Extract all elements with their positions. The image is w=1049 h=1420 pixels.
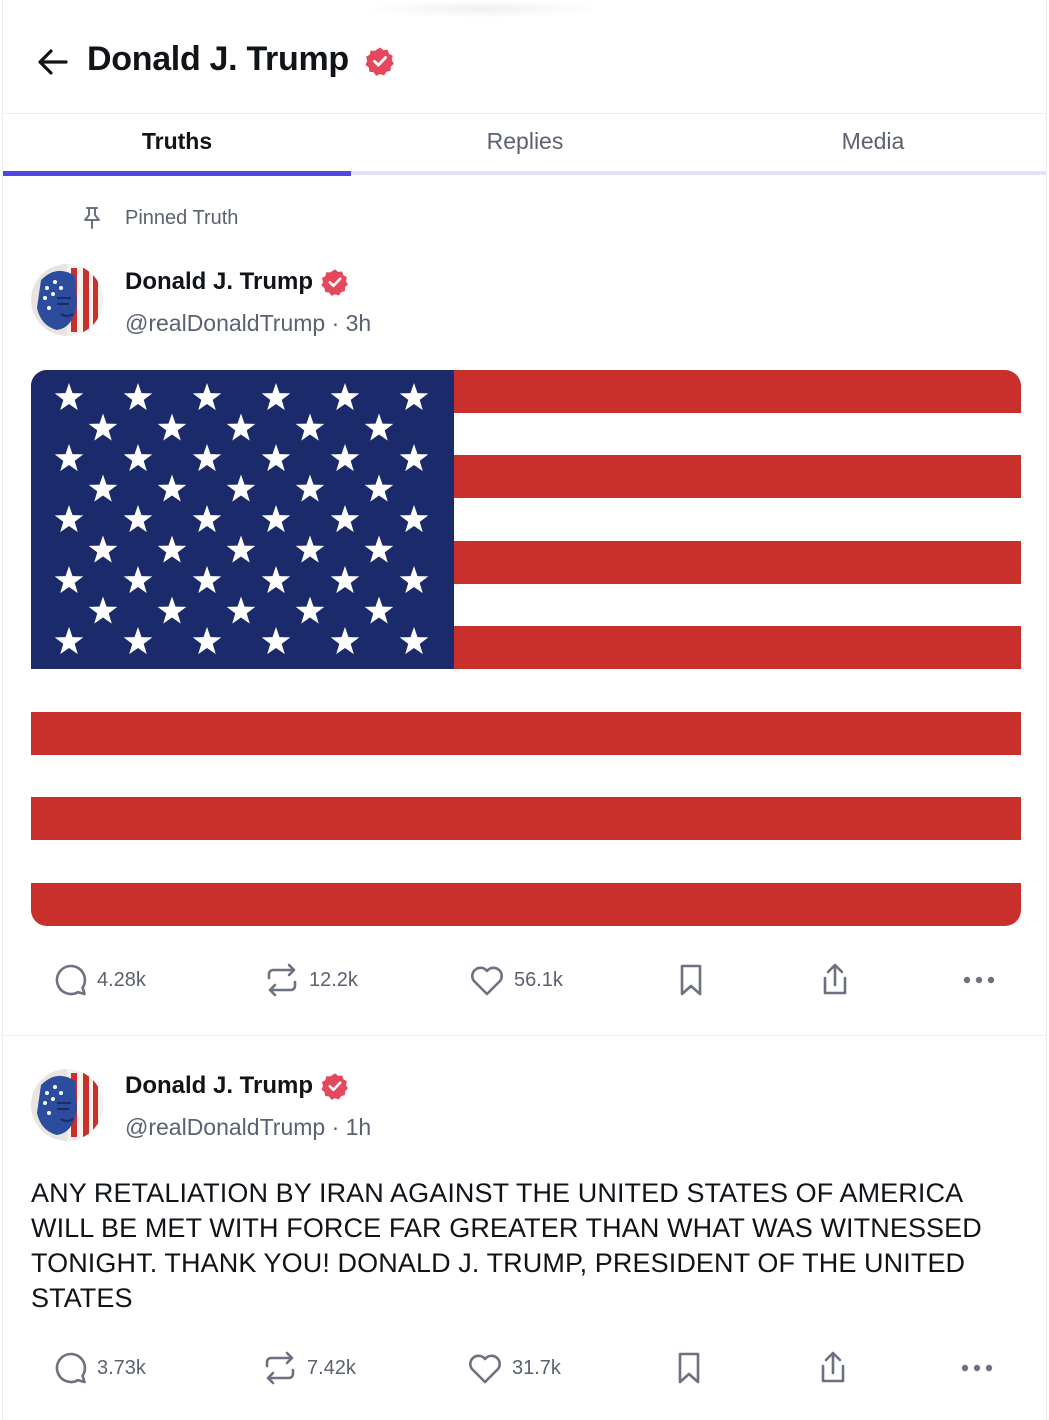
post-media-image[interactable]	[31, 370, 1021, 926]
tab-replies[interactable]: Replies	[351, 114, 699, 174]
back-button[interactable]	[33, 42, 73, 82]
post-divider	[3, 1035, 1046, 1036]
more-options-button[interactable]	[961, 955, 997, 1005]
profile-tabs: Truths Replies Media	[3, 114, 1046, 177]
comment-icon	[55, 1352, 87, 1384]
repost-icon	[267, 963, 297, 997]
avatar-image	[31, 1069, 103, 1141]
like-button[interactable]: 56.1k	[468, 955, 563, 1005]
pinned-indicator: Pinned Truth	[81, 203, 238, 233]
author-name[interactable]: Donald J. Trump	[125, 1072, 313, 1100]
share-button[interactable]	[817, 955, 853, 1005]
reply-count: 4.28k	[97, 968, 146, 991]
heart-icon	[469, 1354, 501, 1384]
avatar-image	[31, 264, 103, 336]
more-horizontal-icon	[963, 976, 995, 984]
avatar[interactable]	[31, 1069, 103, 1141]
like-count: 56.1k	[514, 968, 563, 991]
heart-icon	[471, 966, 503, 996]
retruth-count: 7.42k	[307, 1356, 356, 1379]
avatar[interactable]	[31, 264, 103, 336]
share-button[interactable]	[815, 1343, 851, 1393]
reply-button[interactable]: 4.28k	[53, 955, 146, 1005]
author-handle-time[interactable]: @realDonaldTrump · 3h	[125, 310, 371, 337]
retruth-button[interactable]: 7.42k	[261, 1343, 356, 1393]
pin-icon	[84, 207, 100, 229]
post-actions: 4.28k 12.2k 56.1k	[3, 955, 1046, 1005]
share-icon	[821, 1351, 845, 1383]
like-count: 31.7k	[512, 1356, 561, 1379]
reply-count: 3.73k	[97, 1356, 146, 1379]
tab-media[interactable]: Media	[699, 114, 1047, 174]
author-handle-time[interactable]: @realDonaldTrump · 1h	[125, 1114, 371, 1141]
profile-header: Donald J. Trump	[3, 0, 1046, 114]
more-horizontal-icon	[961, 1364, 993, 1372]
page-title: Donald J. Trump	[87, 40, 349, 78]
reply-button[interactable]: 3.73k	[53, 1343, 146, 1393]
post-body-text: ANY RETALIATION BY IRAN AGAINST THE UNIT…	[31, 1178, 982, 1313]
more-options-button[interactable]	[959, 1343, 995, 1393]
post-actions: 3.73k 7.42k 31.7k	[3, 1343, 1046, 1393]
bookmark-button[interactable]	[675, 955, 707, 1005]
profile-page: Donald J. Trump Truths Replies Media Pin…	[2, 0, 1047, 1420]
arrow-left-icon	[38, 49, 68, 75]
us-flag-image	[31, 370, 1021, 926]
verified-badge-icon	[321, 1073, 348, 1100]
tab-truths[interactable]: Truths	[3, 114, 351, 174]
retruth-button[interactable]: 12.2k	[263, 955, 358, 1005]
author-name[interactable]: Donald J. Trump	[125, 268, 313, 296]
pinned-label: Pinned Truth	[125, 206, 239, 229]
share-icon	[823, 963, 847, 995]
comment-icon	[55, 964, 87, 996]
retruth-count: 12.2k	[309, 968, 358, 991]
bookmark-icon	[678, 1352, 700, 1384]
like-button[interactable]: 31.7k	[466, 1343, 561, 1393]
bookmark-icon	[680, 964, 702, 996]
repost-icon	[265, 1351, 295, 1385]
tab-active-indicator	[3, 171, 351, 176]
verified-badge-icon	[321, 269, 348, 296]
verified-badge-icon	[365, 47, 394, 76]
bookmark-button[interactable]	[673, 1343, 705, 1393]
